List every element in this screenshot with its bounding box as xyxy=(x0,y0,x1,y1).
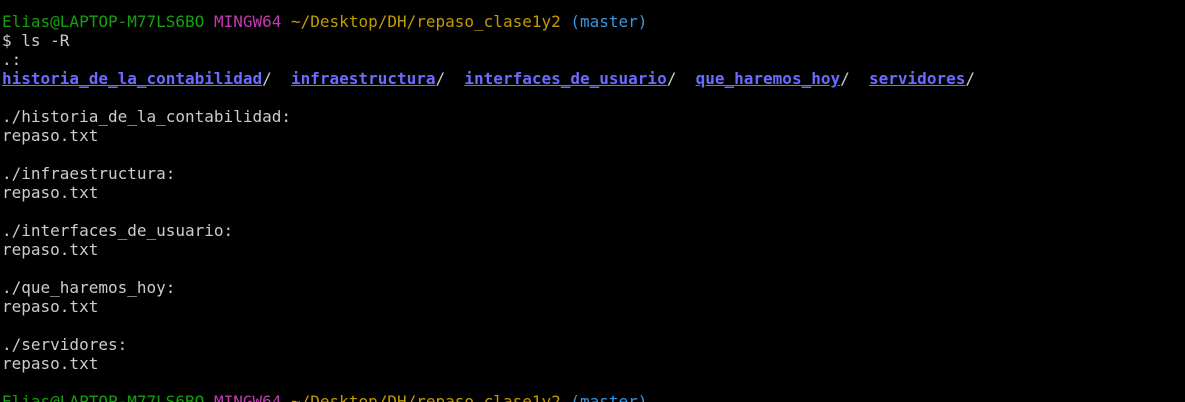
prompt-system: MINGW64 xyxy=(213,392,282,402)
file-entry: repaso.txt xyxy=(2,354,99,373)
dir-entry: infraestructura xyxy=(291,69,436,88)
section-header: ./historia_de_la_contabilidad: xyxy=(2,107,291,126)
prompt-path: ~/Desktop/DH/repaso_clase1y2 xyxy=(291,392,561,402)
prompt-path: ~/Desktop/DH/repaso_clase1y2 xyxy=(291,12,561,31)
prompt-line: Elias@LAPTOP-M77LS6BO MINGW64 ~/Desktop/… xyxy=(2,12,1185,31)
section-header: ./servidores: xyxy=(2,335,128,354)
dir-entry: servidores xyxy=(869,69,966,88)
dir-entry: interfaces_de_usuario xyxy=(464,69,667,88)
prompt-branch: (master) xyxy=(570,392,648,402)
file-entry: repaso.txt xyxy=(2,126,99,145)
file-entry: repaso.txt xyxy=(2,297,99,316)
file-entry: repaso.txt xyxy=(2,183,99,202)
dir-entry: historia_de_la_contabilidad xyxy=(2,69,263,88)
section-header: ./infraestructura: xyxy=(2,164,176,183)
prompt-user-host: Elias@LAPTOP-M77LS6BO xyxy=(2,392,205,402)
root-listing: historia_de_la_contabilidad/ infraestruc… xyxy=(2,69,975,88)
section-header: ./que_haremos_hoy: xyxy=(2,278,176,297)
dir-entry: que_haremos_hoy xyxy=(695,69,841,88)
command-line: $ ls -R xyxy=(2,31,70,50)
prompt-system: MINGW64 xyxy=(213,12,282,31)
prompt-branch: (master) xyxy=(570,12,648,31)
next-prompt-line: Elias@LAPTOP-M77LS6BO MINGW64 ~/Desktop/… xyxy=(2,392,1185,402)
prompt-user-host: Elias@LAPTOP-M77LS6BO xyxy=(2,12,205,31)
section-header: ./interfaces_de_usuario: xyxy=(2,221,234,240)
root-header: .: xyxy=(2,50,22,69)
terminal-window[interactable]: Elias@LAPTOP-M77LS6BO MINGW64 ~/Desktop/… xyxy=(0,0,1185,402)
file-entry: repaso.txt xyxy=(2,240,99,259)
